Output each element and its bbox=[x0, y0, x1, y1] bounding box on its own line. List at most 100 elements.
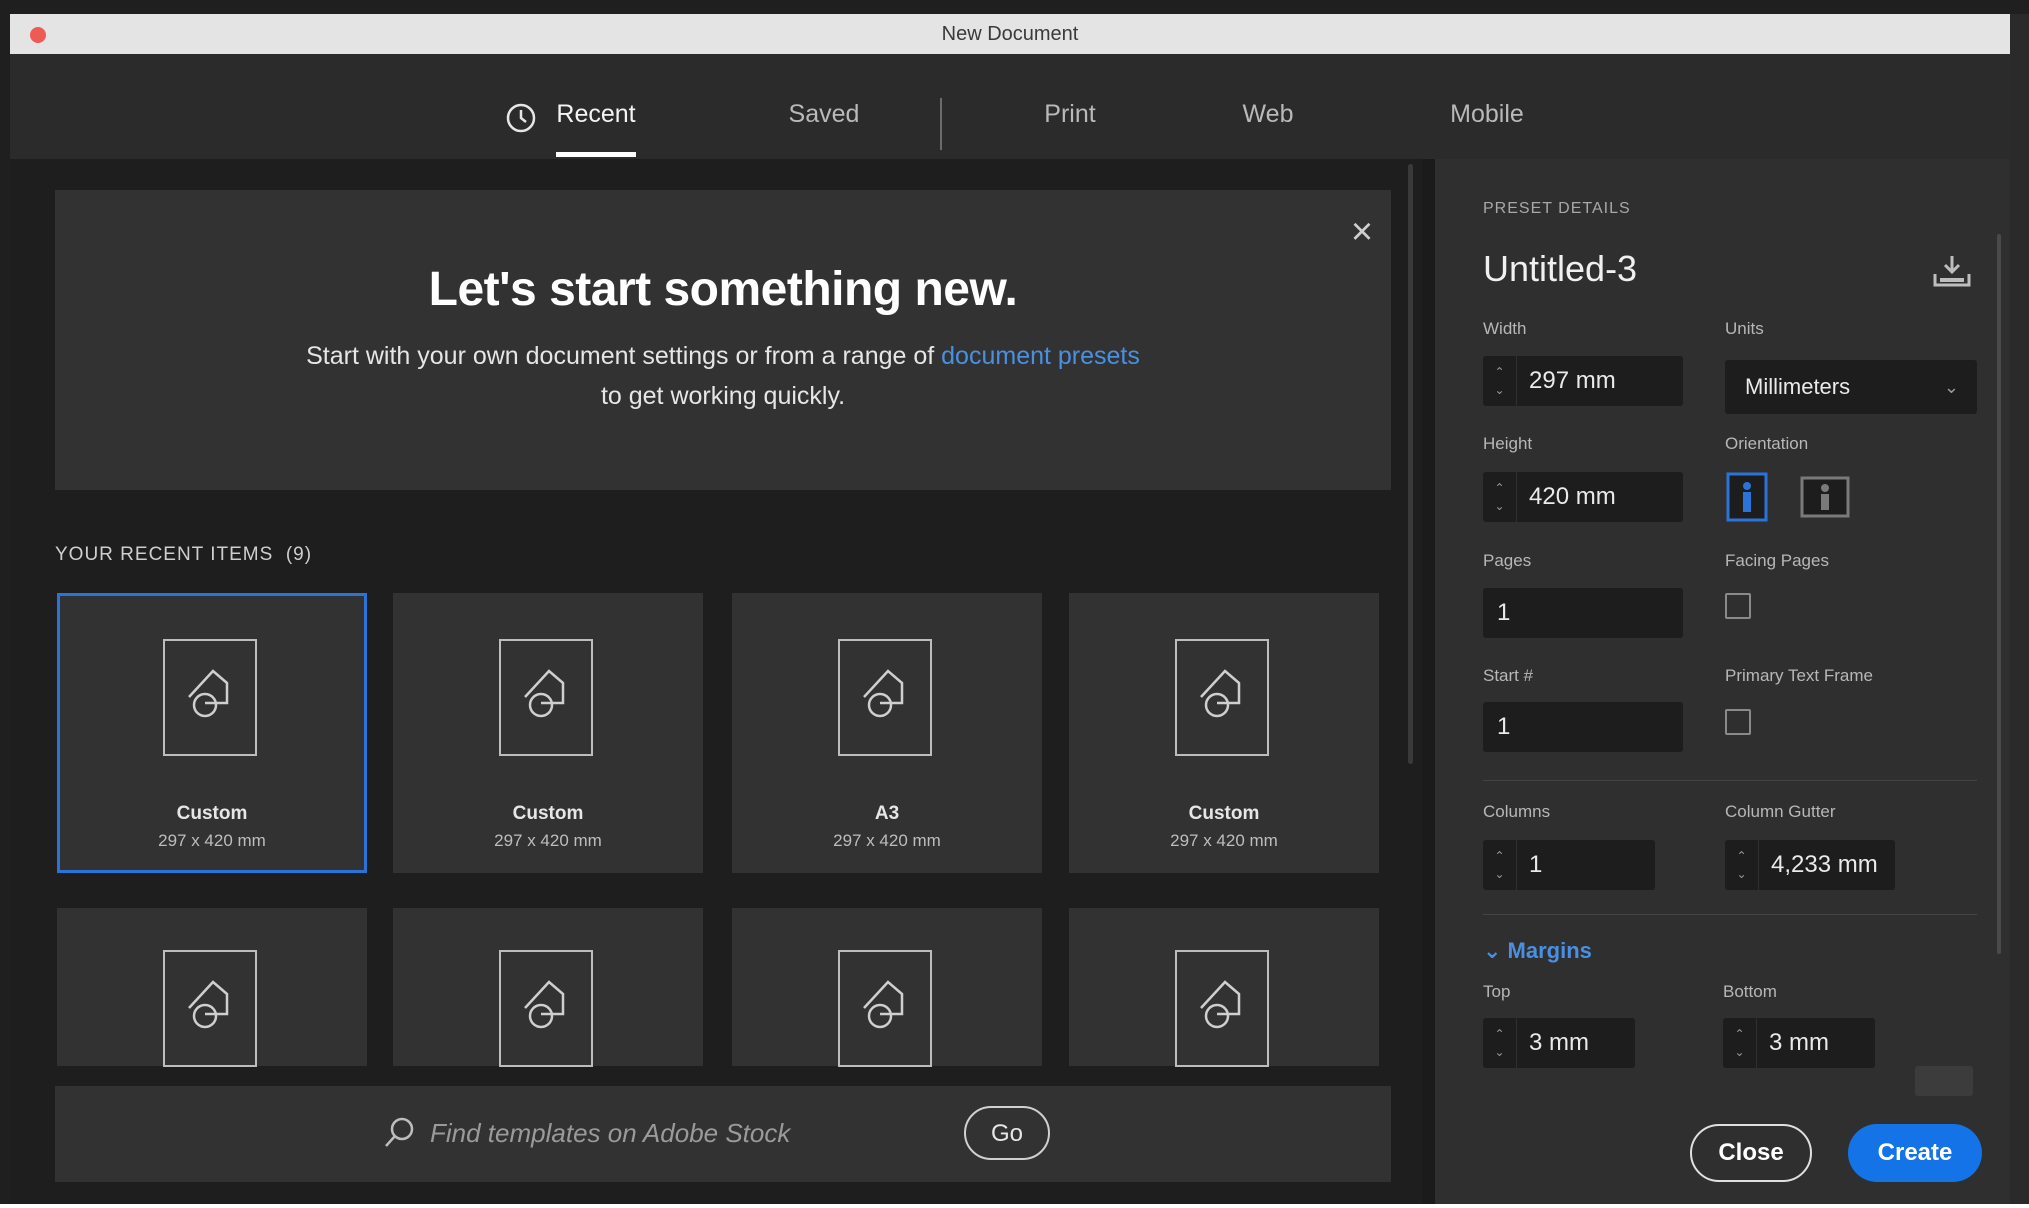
create-button[interactable]: Create bbox=[1848, 1124, 1982, 1182]
tab-web[interactable]: Web bbox=[1228, 94, 1308, 134]
top-margin-label: Top bbox=[1483, 982, 1511, 1001]
desktop-background bbox=[0, 0, 2029, 14]
document-icon bbox=[1175, 639, 1269, 756]
column-gutter-label: Column Gutter bbox=[1725, 802, 1836, 821]
recent-item[interactable]: Custom 297 x 420 mm bbox=[57, 593, 367, 873]
welcome-text: Start with your own document settings or… bbox=[55, 342, 1391, 371]
recent-item-size: 297 x 420 mm bbox=[1170, 831, 1278, 850]
document-icon bbox=[163, 639, 257, 756]
document-icon bbox=[163, 950, 257, 1067]
divider bbox=[1483, 914, 1977, 915]
preset-panel-scrollbar[interactable] bbox=[1997, 234, 2001, 954]
units-label: Units bbox=[1725, 319, 1764, 338]
recent-item-name: Custom bbox=[1188, 803, 1260, 824]
tab-saved[interactable]: Saved bbox=[774, 94, 874, 134]
recent-item-name: A3 bbox=[874, 803, 900, 824]
top-margin-value: 3 mm bbox=[1529, 1029, 1589, 1056]
tab-recent[interactable]: Recent bbox=[548, 94, 644, 134]
width-value: 297 mm bbox=[1529, 367, 1616, 394]
columns-stepper[interactable]: ⌃ ⌄ bbox=[1483, 840, 1517, 890]
welcome-text-prefix: Start with your own document settings or… bbox=[306, 342, 942, 370]
tab-mobile[interactable]: Mobile bbox=[1435, 94, 1539, 134]
start-page-label: Start # bbox=[1483, 666, 1534, 685]
pages-field[interactable]: 1 bbox=[1483, 588, 1683, 638]
stock-search-input[interactable] bbox=[428, 1110, 872, 1156]
pages-label: Pages bbox=[1483, 551, 1532, 570]
chevron-down-icon: ⌄ bbox=[1483, 938, 1508, 963]
columns-label: Columns bbox=[1483, 802, 1551, 821]
recent-item[interactable] bbox=[57, 908, 367, 1067]
landscape-orientation-icon[interactable] bbox=[1800, 472, 1850, 522]
window-title: New Document bbox=[941, 23, 1079, 45]
recent-item-name: Custom bbox=[512, 803, 584, 824]
go-button[interactable]: Go bbox=[964, 1106, 1050, 1160]
column-gutter-field[interactable]: ⌃ ⌄ 4,233 mm bbox=[1725, 840, 1895, 890]
recent-heading-label: YOUR RECENT ITEMS bbox=[55, 544, 274, 565]
divider bbox=[1483, 780, 1977, 781]
width-label: Width bbox=[1483, 319, 1527, 338]
bottom-margin-label: Bottom bbox=[1723, 982, 1777, 1001]
height-stepper[interactable]: ⌃ ⌄ bbox=[1483, 472, 1517, 522]
bottom-margin-field[interactable]: ⌃ ⌄ 3 mm bbox=[1723, 1018, 1875, 1068]
document-name-field[interactable]: Untitled-3 bbox=[1483, 248, 1637, 290]
columns-field[interactable]: ⌃ ⌄ 1 bbox=[1483, 840, 1655, 890]
bottom-margin-stepper[interactable]: ⌃ ⌄ bbox=[1723, 1018, 1757, 1068]
link-margins-icon[interactable] bbox=[1915, 1066, 1973, 1096]
height-field[interactable]: ⌃ ⌄ 420 mm bbox=[1483, 472, 1683, 522]
recent-item[interactable] bbox=[393, 908, 703, 1067]
tab-bar: Recent Saved Print Web Mobile bbox=[10, 54, 2010, 159]
units-dropdown[interactable]: Millimeters ⌄ bbox=[1725, 360, 1977, 414]
desktop-background-right bbox=[2010, 14, 2029, 1208]
primary-text-frame-label: Primary Text Frame bbox=[1725, 666, 1873, 685]
top-margin-field[interactable]: ⌃ ⌄ 3 mm bbox=[1483, 1018, 1635, 1068]
preset-details-heading: PRESET DETAILS bbox=[1483, 200, 1631, 217]
adobe-stock-search-bar: Go bbox=[55, 1086, 1391, 1182]
close-button[interactable]: Close bbox=[1690, 1124, 1812, 1182]
title-bar: New Document bbox=[10, 14, 2010, 55]
active-tab-indicator bbox=[556, 152, 636, 157]
recent-item[interactable] bbox=[732, 908, 1042, 1067]
welcome-title: Let's start something new. bbox=[428, 263, 1018, 316]
width-stepper[interactable]: ⌃ ⌄ bbox=[1483, 356, 1517, 406]
document-icon bbox=[1175, 950, 1269, 1067]
top-margin-stepper[interactable]: ⌃ ⌄ bbox=[1483, 1018, 1517, 1068]
facing-pages-label: Facing Pages bbox=[1725, 551, 1829, 570]
new-document-dialog: New Document Recent Saved Print Web Mobi… bbox=[10, 14, 2010, 1204]
recent-item[interactable]: Custom 297 x 420 mm bbox=[393, 593, 703, 873]
recent-item[interactable]: A3 297 x 420 mm bbox=[732, 593, 1042, 873]
margins-section-toggle[interactable]: ⌄ Margins bbox=[1483, 938, 1592, 964]
units-value: Millimeters bbox=[1745, 374, 1851, 399]
content-scrollbar[interactable] bbox=[1408, 164, 1413, 764]
width-field[interactable]: ⌃ ⌄ 297 mm bbox=[1483, 356, 1683, 406]
desktop-background-bottom bbox=[0, 1204, 2029, 1208]
document-icon bbox=[838, 950, 932, 1067]
height-value: 420 mm bbox=[1529, 483, 1616, 510]
recent-count: (9) bbox=[285, 544, 313, 565]
facing-pages-checkbox[interactable] bbox=[1725, 593, 1751, 619]
primary-text-frame-checkbox[interactable] bbox=[1725, 709, 1751, 735]
recent-item[interactable] bbox=[1069, 908, 1379, 1067]
recent-item-name: Custom bbox=[176, 803, 248, 824]
tab-divider bbox=[940, 98, 942, 150]
orientation-label: Orientation bbox=[1725, 434, 1809, 453]
chevron-down-icon: ⌄ bbox=[1943, 377, 1959, 397]
search-icon bbox=[385, 1117, 414, 1147]
clock-icon bbox=[506, 103, 536, 133]
portrait-orientation-icon[interactable] bbox=[1726, 472, 1768, 522]
tab-print[interactable]: Print bbox=[1030, 94, 1110, 134]
start-page-field[interactable]: 1 bbox=[1483, 702, 1683, 752]
document-presets-link[interactable]: document presets bbox=[941, 342, 1140, 370]
welcome-text-line2: to get working quickly. bbox=[600, 382, 846, 410]
recent-item-size: 297 x 420 mm bbox=[833, 831, 941, 850]
document-icon bbox=[838, 639, 932, 756]
height-label: Height bbox=[1483, 434, 1533, 453]
column-gutter-stepper[interactable]: ⌃ ⌄ bbox=[1725, 840, 1759, 890]
close-icon[interactable]: × bbox=[1344, 213, 1380, 251]
bottom-margin-value: 3 mm bbox=[1769, 1029, 1829, 1056]
document-icon bbox=[499, 639, 593, 756]
recent-item[interactable]: Custom 297 x 420 mm bbox=[1069, 593, 1379, 873]
pages-value: 1 bbox=[1497, 599, 1511, 626]
start-page-value: 1 bbox=[1497, 713, 1511, 740]
save-preset-icon[interactable] bbox=[1932, 254, 1972, 288]
recent-item-size: 297 x 420 mm bbox=[158, 831, 266, 850]
